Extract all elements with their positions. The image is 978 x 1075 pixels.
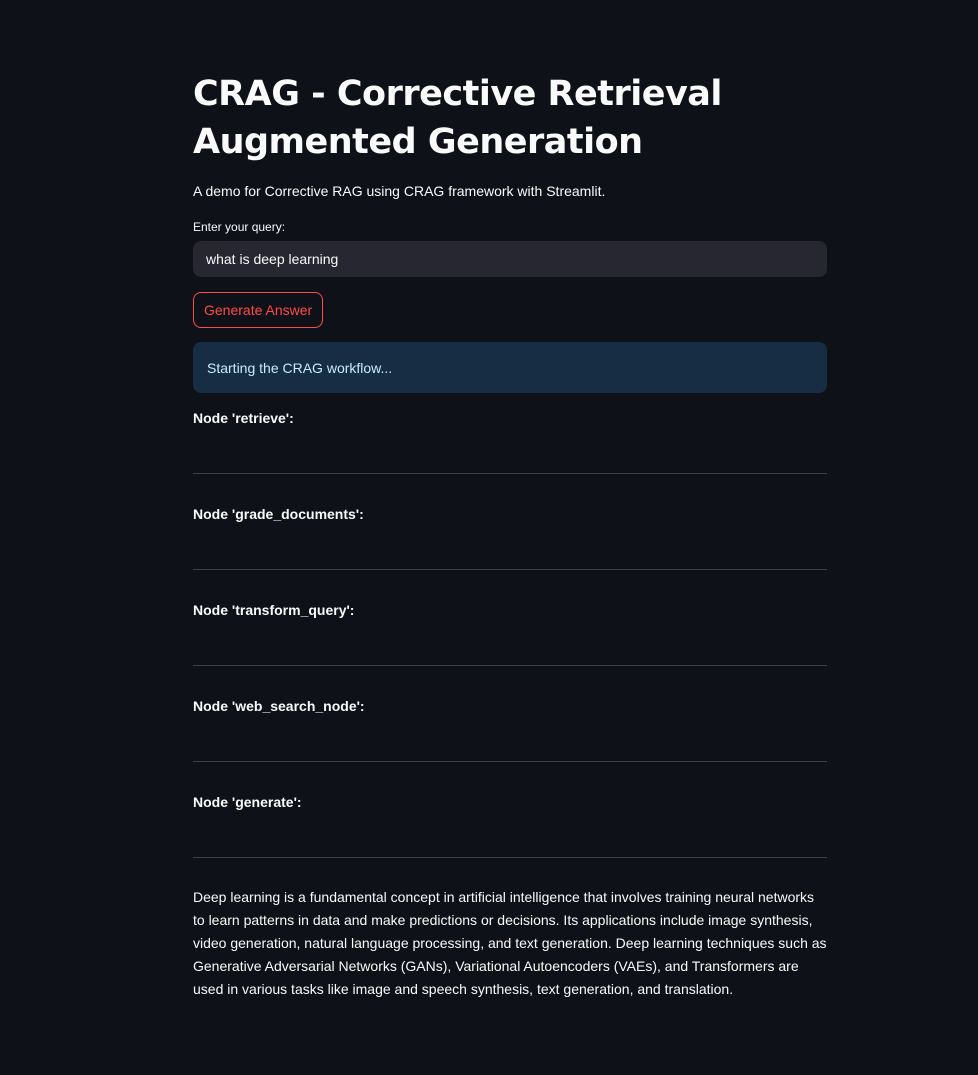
query-input[interactable] <box>193 241 827 277</box>
info-alert: Starting the CRAG workflow... <box>193 342 827 393</box>
node-label: Node 'retrieve': <box>193 410 294 426</box>
generate-answer-button[interactable]: Generate Answer <box>193 292 324 328</box>
divider <box>193 665 827 666</box>
divider <box>193 473 827 474</box>
node-label: Node 'web_search_node': <box>193 698 365 714</box>
node-label: Node 'generate': <box>193 794 302 810</box>
node-retrieve: Node 'retrieve': <box>193 408 827 428</box>
node-transform-query: Node 'transform_query': <box>193 600 827 620</box>
node-grade-documents: Node 'grade_documents': <box>193 504 827 524</box>
node-web-search: Node 'web_search_node': <box>193 696 827 716</box>
divider <box>193 857 827 858</box>
generated-answer: Deep learning is a fundamental concept i… <box>193 889 827 997</box>
node-label: Node 'grade_documents': <box>193 506 364 522</box>
query-label: Enter your query: <box>193 220 286 234</box>
page-subtitle: A demo for Corrective RAG using CRAG fra… <box>193 183 606 199</box>
info-alert-text: Starting the CRAG workflow... <box>207 359 393 376</box>
divider <box>193 569 827 570</box>
node-label: Node 'transform_query': <box>193 602 355 618</box>
page-title: CRAG - Corrective Retrieval Augmented Ge… <box>193 74 722 162</box>
node-generate: Node 'generate': <box>193 792 827 812</box>
divider <box>193 761 827 762</box>
